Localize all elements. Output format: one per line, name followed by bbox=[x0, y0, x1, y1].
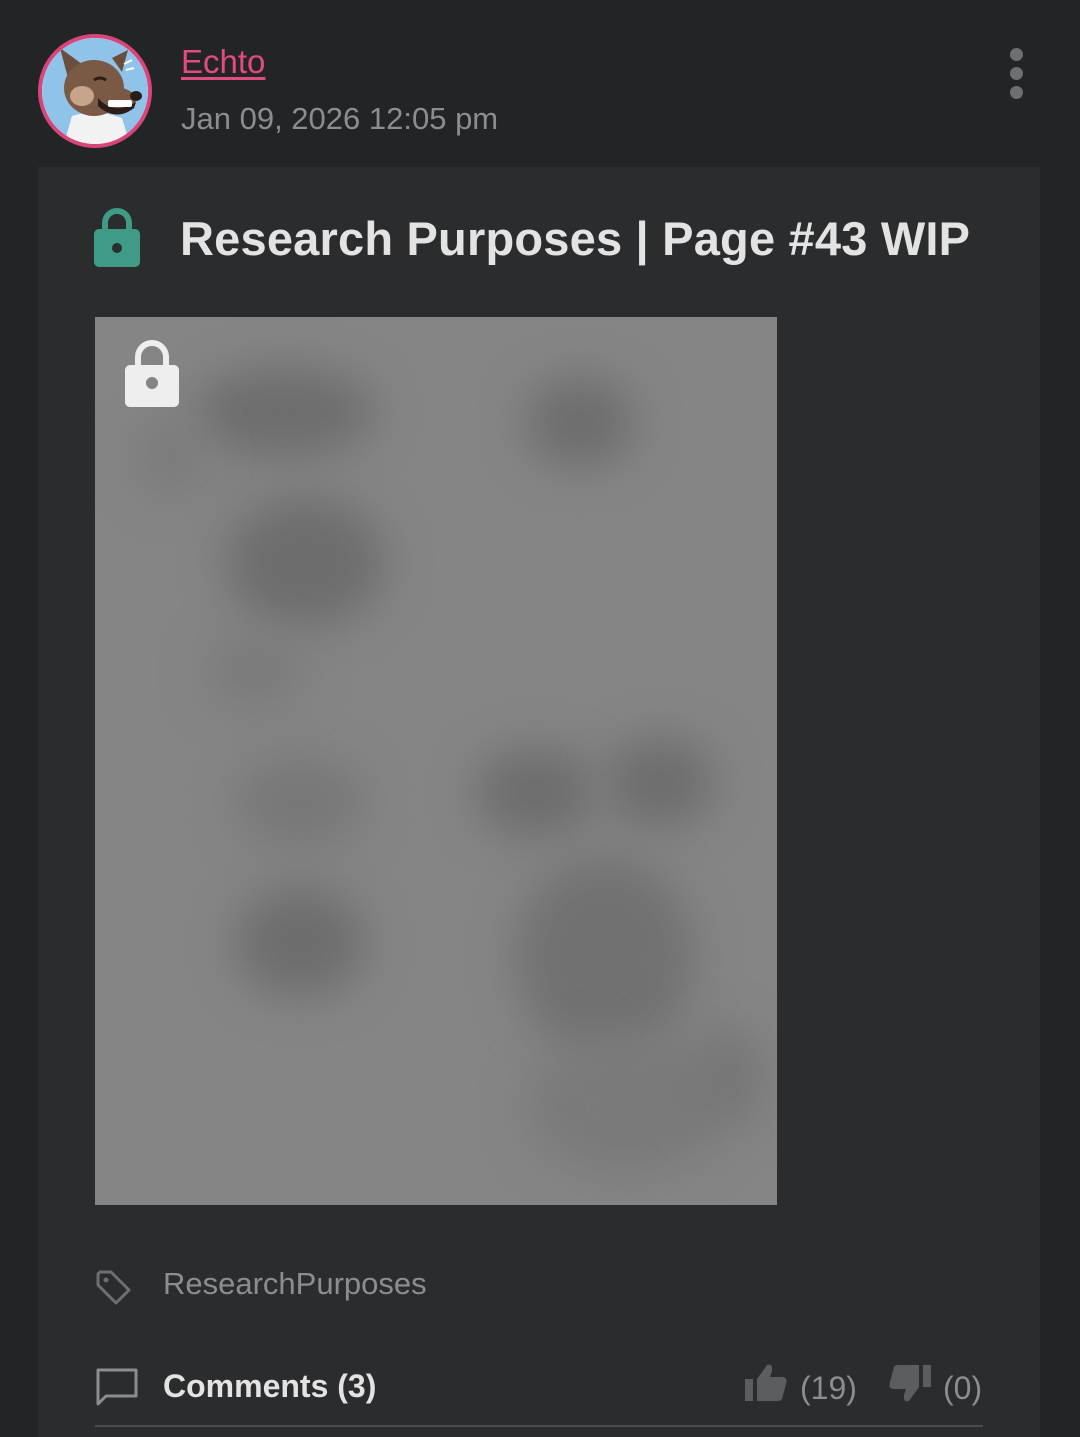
blurred-content bbox=[205, 637, 305, 707]
author-name-link[interactable]: Echto bbox=[181, 42, 265, 82]
lock-icon bbox=[125, 340, 179, 407]
blurred-content bbox=[135, 417, 205, 497]
avatar[interactable] bbox=[38, 34, 152, 148]
more-vertical-icon bbox=[1010, 86, 1023, 99]
tag-link[interactable]: ResearchPurposes bbox=[163, 1265, 427, 1303]
thumbs-down-icon bbox=[889, 1365, 931, 1402]
more-options-button[interactable] bbox=[998, 44, 1036, 104]
more-vertical-icon bbox=[1010, 67, 1023, 80]
lock-icon bbox=[94, 208, 140, 267]
dislike-button[interactable]: (0) bbox=[887, 1361, 987, 1411]
post-header: Echto Jan 09, 2026 12:05 pm bbox=[0, 0, 1080, 167]
blurred-content bbox=[235, 757, 365, 847]
like-count: (19) bbox=[800, 1370, 857, 1406]
more-vertical-icon bbox=[1010, 48, 1023, 61]
blurred-content bbox=[605, 737, 715, 827]
tag-icon bbox=[96, 1270, 131, 1305]
dislike-count: (0) bbox=[943, 1370, 983, 1406]
comments-link[interactable]: Comments (3) bbox=[163, 1367, 376, 1405]
divider bbox=[95, 1425, 983, 1427]
blurred-content bbox=[195, 367, 375, 457]
blurred-content bbox=[515, 857, 695, 1057]
blurred-content bbox=[685, 1027, 765, 1127]
post-timestamp: Jan 09, 2026 12:05 pm bbox=[181, 101, 499, 136]
like-button[interactable]: (19) bbox=[745, 1361, 865, 1411]
blurred-content bbox=[225, 497, 385, 627]
post-title[interactable]: Research Purposes | Page #43 WIP bbox=[180, 211, 970, 267]
thumbs-up-icon bbox=[745, 1364, 787, 1401]
blurred-content bbox=[475, 747, 595, 837]
avatar-image bbox=[42, 38, 148, 144]
locked-image-preview[interactable] bbox=[95, 317, 777, 1205]
comment-icon bbox=[96, 1368, 138, 1406]
blurred-content bbox=[525, 377, 635, 467]
post-footer: Comments (3) (19) (0) bbox=[95, 1357, 983, 1429]
blurred-content bbox=[235, 887, 365, 997]
post-card: Research Purposes | Page #43 WIP Researc… bbox=[38, 167, 1040, 1437]
